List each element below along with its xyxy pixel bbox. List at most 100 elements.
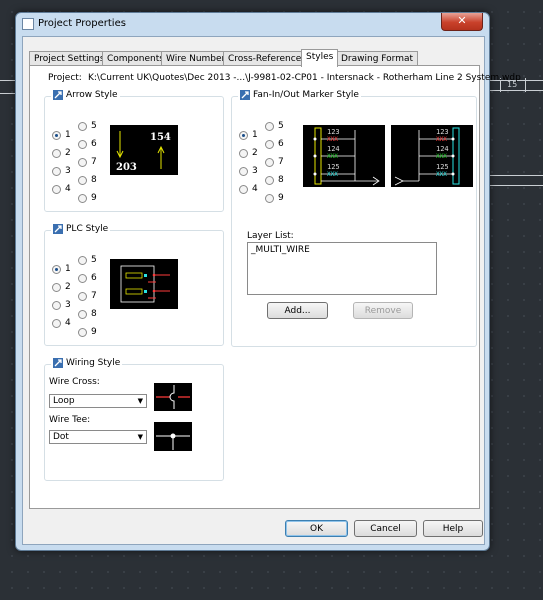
radio-button[interactable] — [78, 193, 87, 203]
fan-style-radio-9[interactable]: 9 — [265, 193, 284, 203]
add-layer-button[interactable]: Add... — [267, 302, 328, 319]
tab-cross-references[interactable]: Cross-References — [223, 51, 311, 66]
radio-button[interactable] — [52, 300, 61, 310]
fan-marker-style-icon — [240, 90, 250, 100]
fan-preview-2-dot-3 — [451, 172, 455, 176]
radio-button[interactable] — [265, 139, 274, 149]
plc-preview-module — [120, 265, 155, 303]
wire-tee-preview — [154, 422, 192, 451]
plc-style-radio-5[interactable]: 5 — [78, 255, 97, 265]
arrow-style-radio-1[interactable]: 1 — [52, 130, 71, 140]
radio-button[interactable] — [265, 121, 274, 131]
wire-cross-select[interactable]: Loop ▼ — [49, 394, 147, 408]
radio-button[interactable] — [265, 193, 274, 203]
radio-label: 3 — [65, 166, 71, 176]
arrow-style-radio-3[interactable]: 3 — [52, 166, 71, 176]
fan-style-radio-4[interactable]: 4 — [239, 184, 258, 194]
radio-button[interactable] — [265, 175, 274, 185]
chevron-down-icon: ▼ — [137, 397, 143, 405]
project-path: K:\Current UK\Quotes\Dec 2013 -...\J-998… — [88, 73, 521, 83]
cancel-button[interactable]: Cancel — [354, 520, 417, 537]
fan-preview-1-number-1: 123 — [327, 128, 340, 136]
ok-button[interactable]: OK — [285, 520, 348, 537]
radio-button[interactable] — [78, 139, 87, 149]
radio-button[interactable] — [78, 327, 87, 337]
fan-style-radio-7[interactable]: 7 — [265, 157, 284, 167]
arrow-style-radio-2[interactable]: 2 — [52, 148, 71, 158]
tab-styles[interactable]: Styles — [301, 49, 339, 67]
fan-style-radio-5[interactable]: 5 — [265, 121, 284, 131]
plc-style-radio-2[interactable]: 2 — [52, 282, 71, 292]
layer-list-item[interactable]: _MULTI_WIRE — [251, 245, 433, 255]
radio-button[interactable] — [52, 130, 61, 140]
arrow-style-radio-7[interactable]: 7 — [78, 157, 97, 167]
arrow-style-radio-8[interactable]: 8 — [78, 175, 97, 185]
fan-style-title-wrap: Fan-In/Out Marker Style — [238, 90, 361, 100]
arrow-style-radio-9[interactable]: 9 — [78, 193, 97, 203]
radio-button[interactable] — [239, 184, 248, 194]
radio-button[interactable] — [52, 184, 61, 194]
wire-tee-select[interactable]: Dot ▼ — [49, 430, 147, 444]
plc-style-radio-3[interactable]: 3 — [52, 300, 71, 310]
help-button[interactable]: Help — [423, 520, 483, 537]
arrow-style-radio-5[interactable]: 5 — [78, 121, 97, 131]
radio-button[interactable] — [78, 255, 87, 265]
wire-cross-loop — [169, 385, 175, 409]
radio-label: 8 — [278, 175, 284, 185]
radio-label: 5 — [278, 121, 284, 131]
fan-preview-2-xxx-2: XXX — [436, 153, 447, 160]
arrow-style-radio-4[interactable]: 4 — [52, 184, 71, 194]
plc-style-radio-9[interactable]: 9 — [78, 327, 97, 337]
fan-style-radio-6[interactable]: 6 — [265, 139, 284, 149]
fan-preview-1-xxx-3: XXX — [327, 171, 338, 178]
radio-button[interactable] — [239, 148, 248, 158]
radio-label: 4 — [65, 318, 71, 328]
radio-button[interactable] — [52, 282, 61, 292]
layer-list[interactable]: _MULTI_WIRE — [247, 242, 437, 295]
arrow-style-radio-6[interactable]: 6 — [78, 139, 97, 149]
fan-preview-1-dot-3 — [313, 172, 317, 176]
tab-components[interactable]: Components — [102, 51, 169, 66]
title-bar[interactable]: Project Properties ✕ — [16, 13, 489, 35]
fan-style-preview-2: 123 XXX 124 XXX 125 XXX — [391, 125, 473, 187]
radio-button[interactable] — [78, 121, 87, 131]
radio-button[interactable] — [52, 318, 61, 328]
fan-style-preview-1: 123 XXX 124 XXX 125 XXX — [303, 125, 385, 187]
plc-style-radio-7[interactable]: 7 — [78, 291, 97, 301]
radio-label: 7 — [278, 157, 284, 167]
radio-button[interactable] — [78, 273, 87, 283]
radio-button[interactable] — [239, 130, 248, 140]
fan-marker-style-group: Fan-In/Out Marker Style 1 2 3 4 5 6 7 8 … — [231, 90, 477, 347]
fan-style-radio-2[interactable]: 2 — [239, 148, 258, 158]
radio-button[interactable] — [265, 157, 274, 167]
radio-label: 2 — [65, 282, 71, 292]
plc-preview-cyan-2 — [144, 290, 147, 293]
radio-label: 3 — [65, 300, 71, 310]
radio-button[interactable] — [78, 291, 87, 301]
fan-preview-2-xxx-3: XXX — [436, 171, 447, 178]
tab-drawing-format[interactable]: Drawing Format — [336, 51, 418, 66]
fan-style-radio-8[interactable]: 8 — [265, 175, 284, 185]
radio-button[interactable] — [52, 166, 61, 176]
radio-button[interactable] — [52, 264, 61, 274]
fan-style-radio-1[interactable]: 1 — [239, 130, 258, 140]
plc-style-radio-1[interactable]: 1 — [52, 264, 71, 274]
plc-style-radio-6[interactable]: 6 — [78, 273, 97, 283]
radio-button[interactable] — [78, 157, 87, 167]
radio-button[interactable] — [78, 175, 87, 185]
radio-button[interactable] — [78, 309, 87, 319]
fan-preview-2-arrowhead — [394, 176, 404, 186]
plc-style-radio-8[interactable]: 8 — [78, 309, 97, 319]
fan-style-radio-3[interactable]: 3 — [239, 166, 258, 176]
plc-preview-terminal-2 — [125, 288, 143, 295]
radio-button[interactable] — [239, 166, 248, 176]
arrow-preview-up-arrow — [157, 145, 165, 169]
plc-style-radio-4[interactable]: 4 — [52, 318, 71, 328]
radio-button[interactable] — [52, 148, 61, 158]
radio-label: 8 — [91, 175, 97, 185]
remove-layer-button[interactable]: Remove — [353, 302, 413, 319]
close-button[interactable]: ✕ — [441, 13, 483, 31]
radio-label: 7 — [91, 157, 97, 167]
tab-project-settings[interactable]: Project Settings — [29, 51, 110, 66]
cad-tick-right-2 — [525, 78, 526, 92]
